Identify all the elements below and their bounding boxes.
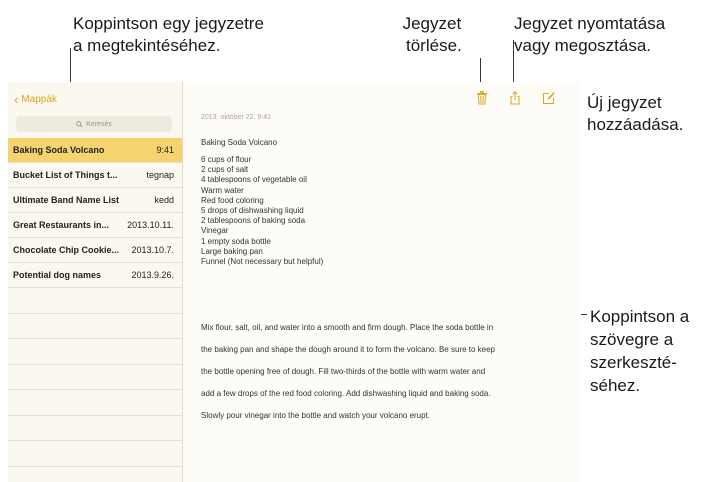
callout-line: törlése. <box>406 36 462 55</box>
callout-line: szövegre a <box>590 330 674 349</box>
callout-line: Új jegyzet <box>587 93 662 112</box>
paragraph-line: Slowly pour vinegar into the bottle and … <box>201 411 431 420</box>
compose-icon[interactable] <box>542 91 556 105</box>
callout-line: vagy megosztása. <box>514 36 652 55</box>
note-title: Bucket List of Things t... <box>13 170 118 180</box>
empty-row <box>8 314 182 339</box>
empty-row <box>8 416 182 441</box>
paragraph-line: the baking pan and shape the dough aroun… <box>201 345 495 354</box>
note-title: Baking Soda Volcano <box>13 145 105 155</box>
back-label: Mappák <box>21 94 57 105</box>
note-date: 2013.9.26. <box>131 270 174 280</box>
notes-app: ‹ Mappák Keresés Baking Soda Volcano 9:4… <box>8 82 581 482</box>
callout-delete-note: Jegyzet törlése. <box>402 13 462 57</box>
ingredient-line: 6 cups of flour <box>201 155 252 164</box>
list-item[interactable]: Potential dog names 2013.9.26. <box>8 263 182 288</box>
note-date: tegnap <box>146 170 174 180</box>
note-date: 2013.10.11. <box>127 220 174 230</box>
note-date: 2013.10.7. <box>131 245 174 255</box>
callout-line: szerkeszté- <box>590 353 677 372</box>
empty-row <box>8 288 182 314</box>
ingredient-line: Red food coloring <box>201 195 264 205</box>
callout-new-note: Új jegyzet hozzáadása. <box>587 92 683 136</box>
note-title: Ultimate Band Name List <box>13 195 120 205</box>
notes-list: Baking Soda Volcano 9:41 Bucket List of … <box>8 138 182 482</box>
note-paragraph[interactable]: Mix flour, salt, oil, and water into a s… <box>201 311 573 432</box>
empty-row <box>8 365 182 390</box>
empty-row <box>8 441 182 467</box>
ingredient-line: 2 tablespoons of baking soda <box>201 216 306 226</box>
paragraph-line: the bottle opening free of dough. Fill t… <box>201 367 486 376</box>
callout-print-share: Jegyzet nyomtatása vagy megosztása. <box>514 13 665 57</box>
note-title: Potential dog names <box>13 270 102 280</box>
callout-line: a megtekintéséhez. <box>73 36 221 55</box>
trash-icon[interactable] <box>475 91 489 105</box>
notes-sidebar: ‹ Mappák Keresés Baking Soda Volcano 9:4… <box>8 82 183 482</box>
list-item[interactable]: Baking Soda Volcano 9:41 <box>8 138 182 163</box>
callout-line: Jegyzet nyomtatása <box>514 14 666 33</box>
callout-tap-text: Koppintson a szövegre a szerkeszté- séhe… <box>590 305 689 397</box>
callout-line: séhez. <box>590 376 641 395</box>
callout-line: hozzáadása. <box>587 115 684 134</box>
callout-line: Jegyzet <box>402 14 462 33</box>
paragraph-line: add a few drops of the red food coloring… <box>201 389 491 398</box>
share-icon[interactable] <box>508 91 522 105</box>
empty-row <box>8 339 182 365</box>
ingredient-line: Funnel (Not necessary but helpful) <box>201 257 324 267</box>
paragraph-line: Mix flour, salt, oil, and water into a s… <box>201 323 494 332</box>
empty-row <box>8 467 182 482</box>
list-item[interactable]: Chocolate Chip Cookie... 2013.10.7. <box>8 238 182 263</box>
ingredient-line: Warm water <box>201 185 244 195</box>
back-button[interactable]: ‹ Mappák <box>14 91 57 107</box>
ingredient-line: Large baking pan <box>201 246 263 256</box>
callout-line: Koppintson a <box>590 307 690 326</box>
ingredient-list: 6 cups of flour 2 cups of salt 4 tablesp… <box>201 155 323 267</box>
note-editor[interactable]: 2013. október 22. 9:41 Baking Soda Volca… <box>183 82 581 482</box>
list-item[interactable]: Ultimate Band Name List kedd <box>8 188 182 213</box>
ingredient-line: 4 tablespoons of vegetable oil <box>201 175 307 185</box>
note-timestamp: 2013. október 22. 9:41 <box>201 114 272 121</box>
note-title: Chocolate Chip Cookie... <box>13 245 120 255</box>
note-date: 9:41 <box>156 145 174 155</box>
list-item[interactable]: Bucket List of Things t... tegnap <box>8 163 182 188</box>
ingredient-line: Vinegar <box>201 226 229 236</box>
search-input[interactable]: Keresés <box>16 116 172 132</box>
empty-row <box>8 390 182 416</box>
list-item[interactable]: Great Restaurants in... 2013.10.11. <box>8 213 182 238</box>
note-title: Great Restaurants in... <box>13 220 110 230</box>
ingredient-line: 2 cups of salt <box>201 165 249 175</box>
note-heading: Baking Soda Volcano <box>201 138 278 147</box>
note-date: kedd <box>154 195 174 205</box>
callout-line: Koppintson egy jegyzetre <box>73 14 264 33</box>
search-icon <box>76 120 83 128</box>
callout-tap-note: Koppintson egy jegyzetre a megtekintéséh… <box>73 13 264 57</box>
ingredient-line: 5 drops of dishwashing liquid <box>201 206 304 216</box>
ingredient-line: 1 empty soda bottle <box>201 236 271 246</box>
chevron-left-icon: ‹ <box>14 91 19 107</box>
search-placeholder: Keresés <box>86 120 112 128</box>
